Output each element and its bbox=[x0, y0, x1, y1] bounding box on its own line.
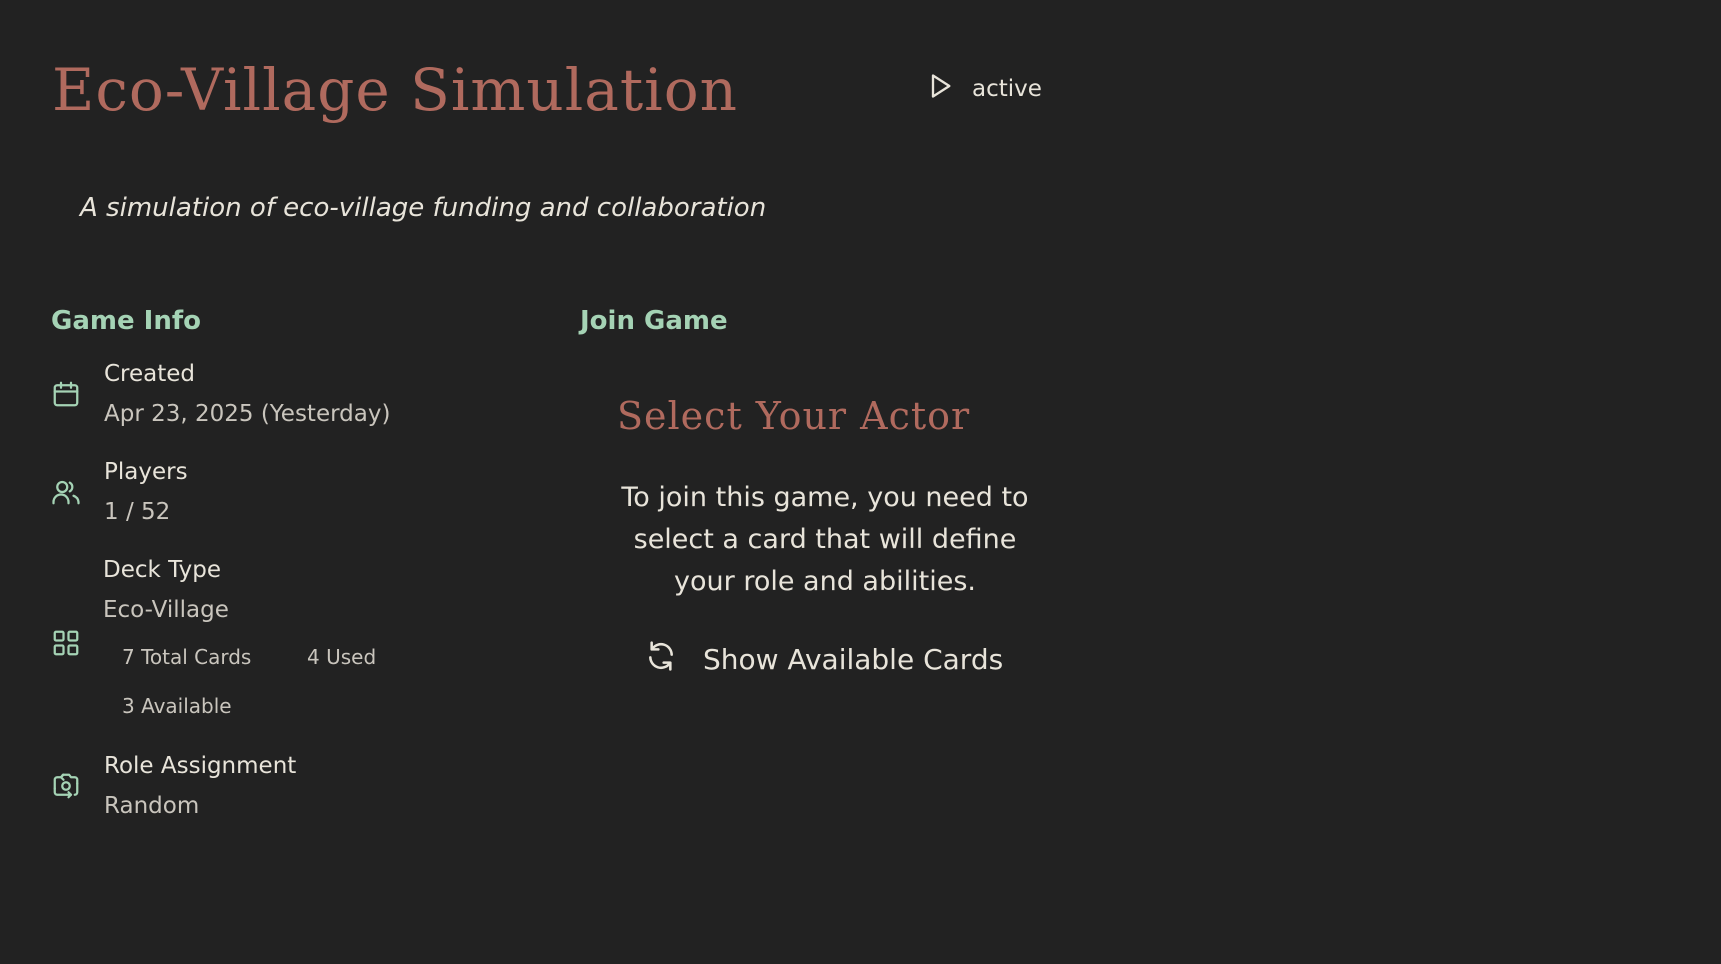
deck-type-value: Eco-Village bbox=[103, 597, 229, 623]
role-assignment-value: Random bbox=[104, 793, 200, 819]
page-subtitle: A simulation of eco-village funding and … bbox=[80, 193, 767, 223]
game-info-heading: Game Info bbox=[51, 306, 202, 336]
status-indicator: active bbox=[926, 72, 1042, 106]
role-assignment-label: Role Assignment bbox=[104, 753, 297, 779]
players-label: Players bbox=[104, 459, 188, 485]
grid-icon bbox=[51, 628, 81, 658]
calendar-icon bbox=[51, 379, 81, 409]
show-available-cards-button[interactable]: Show Available Cards bbox=[645, 640, 1003, 679]
available-cards-badge: 3 Available bbox=[122, 694, 232, 718]
join-game-heading: Join Game bbox=[580, 306, 728, 336]
page-title: Eco-Village Simulation bbox=[52, 56, 738, 124]
users-icon bbox=[51, 477, 81, 507]
show-cards-label: Show Available Cards bbox=[703, 643, 1004, 676]
created-label: Created bbox=[104, 361, 196, 387]
deck-type-label: Deck Type bbox=[103, 557, 221, 583]
select-actor-title: Select Your Actor bbox=[617, 394, 971, 438]
join-description: To join this game, you need to select a … bbox=[621, 482, 1029, 597]
play-icon bbox=[926, 72, 954, 106]
players-value: 1 / 52 bbox=[104, 499, 171, 525]
refresh-icon bbox=[645, 640, 677, 679]
created-value: Apr 23, 2025 (Yesterday) bbox=[104, 401, 391, 427]
game-page: Eco-Village Simulation active A simulati… bbox=[0, 0, 1721, 964]
total-cards-badge: 7 Total Cards bbox=[122, 645, 252, 669]
camera-rotate-icon bbox=[51, 771, 81, 801]
status-text: active bbox=[972, 76, 1042, 102]
used-cards-badge: 4 Used bbox=[307, 645, 377, 669]
